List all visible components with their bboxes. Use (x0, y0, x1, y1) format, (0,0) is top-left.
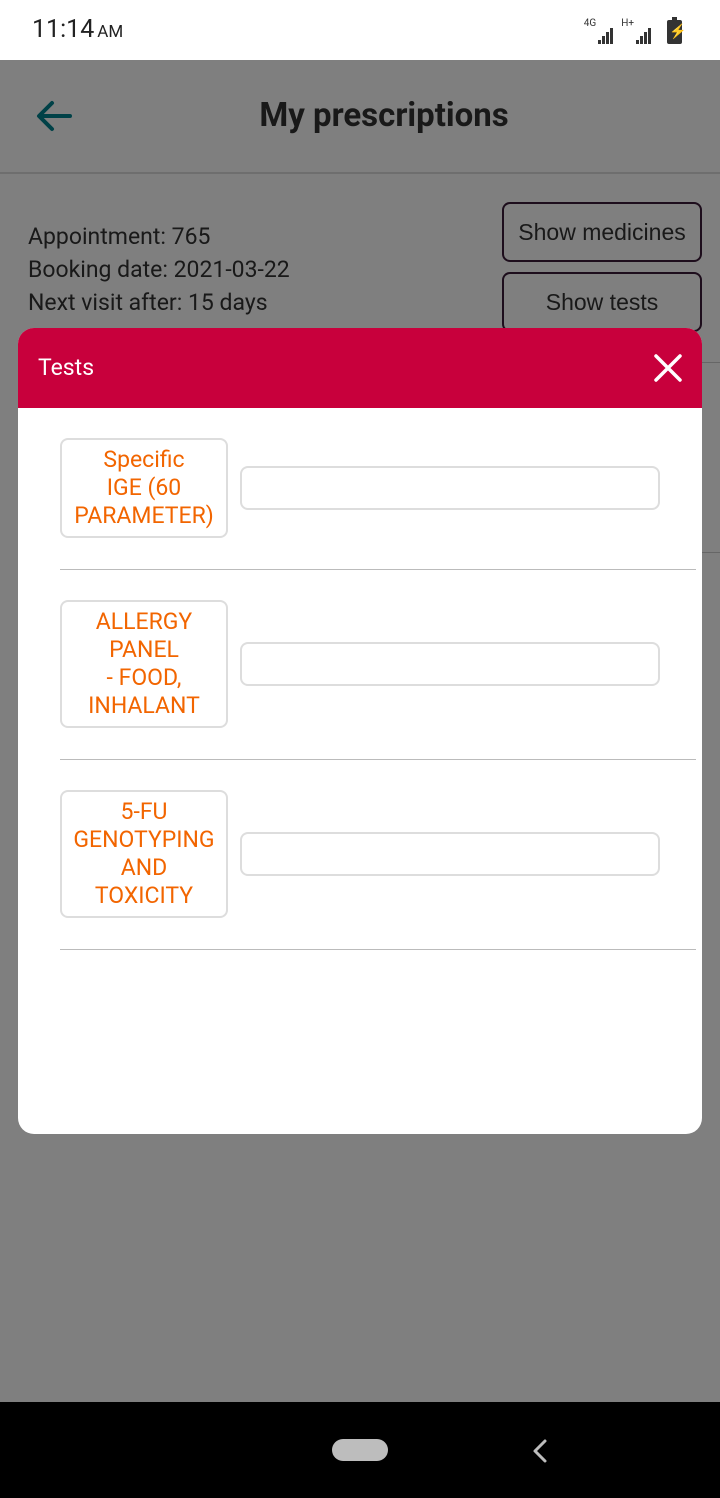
system-nav-bar (0, 1402, 720, 1498)
tests-dialog: Tests Specific IGE (60 PARAMETER) ALLERG… (18, 328, 702, 1134)
home-pill-icon[interactable] (332, 1439, 388, 1461)
dialog-header: Tests (18, 328, 702, 408)
status-time-ampm: AM (97, 22, 124, 42)
status-icons: 4G H+ ⚡ (583, 17, 686, 44)
test-row: Specific IGE (60 PARAMETER) (60, 408, 696, 570)
signal-icon (597, 28, 614, 44)
test-name: 5-FU GENOTYPING AND TOXICITY (60, 790, 228, 918)
battery-charging-icon: ⚡ (667, 17, 686, 44)
dialog-title: Tests (38, 354, 95, 381)
back-chevron-icon[interactable] (528, 1438, 552, 1464)
status-time: 11:14 AM (32, 15, 123, 44)
test-name: ALLERGY PANEL - FOOD, INHALANT (60, 600, 228, 728)
network-type-label-2: H+ (621, 18, 634, 29)
signal-icon-2 (635, 28, 651, 44)
test-input-field[interactable] (240, 642, 660, 686)
network-type-label: 4G (583, 18, 597, 29)
close-button[interactable] (650, 350, 686, 386)
test-input-field[interactable] (240, 832, 660, 876)
status-time-value: 11:14 (32, 15, 95, 44)
test-name: Specific IGE (60 PARAMETER) (60, 438, 228, 538)
close-icon (654, 354, 682, 382)
test-row: 5-FU GENOTYPING AND TOXICITY (60, 760, 696, 950)
test-row: ALLERGY PANEL - FOOD, INHALANT (60, 570, 696, 760)
test-input-field[interactable] (240, 466, 660, 510)
status-bar: 11:14 AM 4G H+ ⚡ (0, 0, 720, 60)
